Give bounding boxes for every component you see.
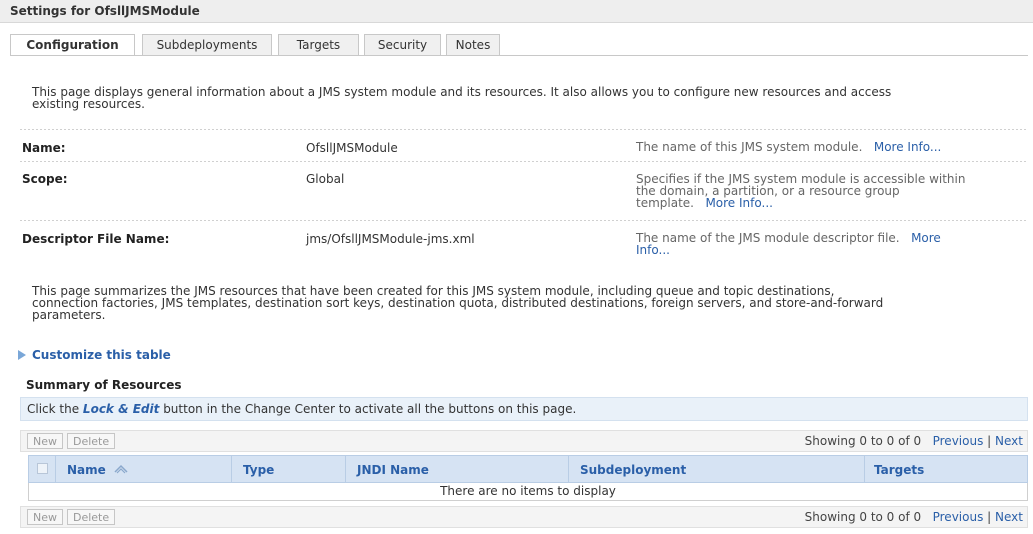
customize-table-link[interactable]: Customize this table bbox=[18, 348, 171, 362]
scope-help-line3-wrap: template. More Info... bbox=[636, 197, 1016, 209]
tabs-divider bbox=[10, 55, 1028, 56]
tab-configuration[interactable]: Configuration bbox=[10, 34, 135, 56]
descriptor-more-info-link-part1[interactable]: More bbox=[911, 231, 941, 245]
previous-page-link[interactable]: Previous bbox=[933, 510, 984, 524]
select-all-checkbox[interactable] bbox=[37, 463, 48, 474]
next-page-link[interactable]: Next bbox=[995, 434, 1023, 448]
sort-ascending-icon bbox=[114, 464, 128, 474]
column-divider bbox=[345, 456, 346, 482]
summary-text-line3: parameters. bbox=[32, 308, 106, 322]
field-divider bbox=[20, 161, 1028, 162]
name-value: OfsllJMSModule bbox=[306, 141, 398, 155]
column-header-type[interactable]: Type bbox=[243, 463, 274, 477]
scope-more-info-link[interactable]: More Info... bbox=[705, 196, 773, 210]
field-divider bbox=[20, 220, 1028, 221]
descriptor-help: The name of the JMS module descriptor fi… bbox=[636, 232, 1016, 256]
tab-notes[interactable]: Notes bbox=[446, 34, 500, 55]
page-title: Settings for OfsllJMSModule bbox=[10, 4, 200, 18]
delete-button[interactable]: Delete bbox=[67, 509, 116, 525]
paging-separator: | bbox=[987, 510, 992, 524]
field-divider bbox=[20, 129, 1028, 130]
settings-title-bar: Settings for OfsllJMSModule bbox=[0, 0, 1033, 23]
pagination: Showing 0 to 0 of 0 Previous | Next bbox=[805, 434, 1023, 448]
lock-notice-before: Click the bbox=[27, 402, 83, 416]
descriptor-more-info-link-part2[interactable]: Info... bbox=[636, 244, 1016, 256]
column-divider bbox=[55, 456, 56, 482]
name-help: The name of this JMS system module. More… bbox=[636, 141, 1016, 153]
descriptor-label: Descriptor File Name: bbox=[22, 232, 170, 246]
column-header-targets[interactable]: Targets bbox=[874, 463, 924, 477]
paging-status: Showing 0 to 0 of 0 bbox=[804, 434, 922, 448]
name-label: Name: bbox=[22, 141, 66, 155]
column-divider bbox=[231, 456, 232, 482]
resources-section-title: Summary of Resources bbox=[26, 378, 182, 392]
paging-separator: | bbox=[987, 434, 992, 448]
delete-button[interactable]: Delete bbox=[67, 433, 116, 449]
tab-targets[interactable]: Targets bbox=[278, 34, 359, 55]
intro-text-line2: existing resources. bbox=[32, 97, 145, 111]
tab-security[interactable]: Security bbox=[364, 34, 441, 55]
column-divider bbox=[864, 456, 865, 482]
next-page-link[interactable]: Next bbox=[995, 510, 1023, 524]
column-header-name[interactable]: Name bbox=[67, 463, 129, 477]
column-name-label: Name bbox=[67, 463, 106, 477]
expand-triangle-icon bbox=[18, 350, 26, 360]
pagination: Showing 0 to 0 of 0 Previous | Next bbox=[805, 510, 1023, 524]
table-toolbar-top: New Delete Showing 0 to 0 of 0 Previous … bbox=[20, 430, 1028, 452]
scope-value: Global bbox=[306, 172, 345, 186]
descriptor-help-line1-wrap: The name of the JMS module descriptor fi… bbox=[636, 232, 1016, 244]
tab-subdeployments[interactable]: Subdeployments bbox=[142, 34, 272, 55]
scope-help-line3: template. bbox=[636, 196, 694, 210]
customize-table-label: Customize this table bbox=[32, 348, 171, 362]
scope-label: Scope: bbox=[22, 172, 68, 186]
table-toolbar-bottom: New Delete Showing 0 to 0 of 0 Previous … bbox=[20, 506, 1028, 528]
empty-table-message: There are no items to display bbox=[28, 483, 1028, 501]
resources-table-header: Name Type JNDI Name Subdeployment Target… bbox=[28, 455, 1028, 483]
descriptor-help-line1: The name of the JMS module descriptor fi… bbox=[636, 231, 900, 245]
lock-notice-after: button in the Change Center to activate … bbox=[159, 402, 577, 416]
lock-edit-link[interactable]: Lock & Edit bbox=[83, 402, 159, 416]
previous-page-link[interactable]: Previous bbox=[933, 434, 984, 448]
lock-edit-notice: Click the Lock & Edit button in the Chan… bbox=[20, 397, 1028, 421]
new-button[interactable]: New bbox=[27, 433, 63, 449]
paging-status: Showing 0 to 0 of 0 bbox=[804, 510, 922, 524]
summary-text-line2: connection factories, JMS templates, des… bbox=[32, 296, 884, 310]
new-button[interactable]: New bbox=[27, 509, 63, 525]
scope-help: Specifies if the JMS system module is ac… bbox=[636, 173, 1016, 209]
column-header-jndi-name[interactable]: JNDI Name bbox=[357, 463, 429, 477]
name-more-info-link[interactable]: More Info... bbox=[874, 140, 942, 154]
lock-edit-notice-text: Click the Lock & Edit button in the Chan… bbox=[27, 402, 576, 416]
column-divider bbox=[568, 456, 569, 482]
descriptor-value: jms/OfsllJMSModule-jms.xml bbox=[306, 232, 475, 246]
name-help-text: The name of this JMS system module. bbox=[636, 140, 863, 154]
column-header-subdeployment[interactable]: Subdeployment bbox=[580, 463, 686, 477]
intro-text-line1: This page displays general information a… bbox=[32, 85, 892, 99]
